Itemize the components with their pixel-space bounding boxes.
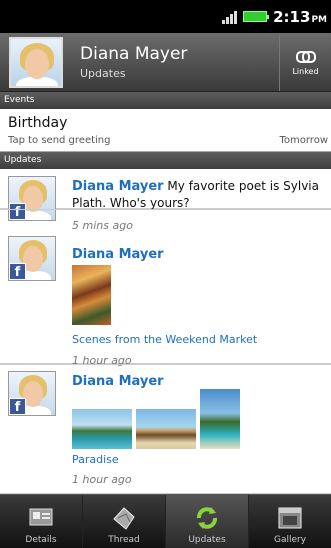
updates-section-header: Updates xyxy=(0,152,331,169)
paradise-photo-1[interactable] xyxy=(71,408,133,450)
events-section-header: Events xyxy=(0,92,331,109)
market-photo[interactable] xyxy=(71,264,112,326)
status-bar: 2:13PM xyxy=(0,0,331,33)
event-date: Tomorrow xyxy=(279,135,328,146)
list-item[interactable]: f Diana Mayer Paradise 1 hour ago xyxy=(0,364,331,494)
facebook-icon: f xyxy=(9,263,26,280)
gallery-icon xyxy=(276,505,304,531)
post-body: Diana Mayer xyxy=(72,246,323,263)
post-author[interactable]: Diana Mayer xyxy=(72,247,164,262)
post-caption[interactable]: Scenes from the Weekend Market xyxy=(72,333,257,346)
details-icon xyxy=(27,505,55,531)
avatar[interactable]: f xyxy=(8,236,56,281)
tab-updates[interactable]: Updates xyxy=(166,495,249,548)
tab-label: Gallery xyxy=(273,535,307,545)
linked-label: Linked xyxy=(292,66,319,76)
paradise-photo-3[interactable] xyxy=(199,388,241,450)
contact-name: Diana Mayer xyxy=(80,44,188,64)
event-subtitle: Tap to send greeting xyxy=(8,135,111,146)
post-time: 1 hour ago xyxy=(72,473,132,486)
post-author[interactable]: Diana Mayer xyxy=(72,374,164,389)
contact-subtitle: Updates xyxy=(80,67,126,80)
post-caption[interactable]: Paradise xyxy=(72,453,119,466)
contact-header: Diana Mayer Updates Linked xyxy=(0,33,331,92)
tab-gallery[interactable]: Gallery xyxy=(249,495,331,548)
thread-icon xyxy=(110,505,138,531)
battery-icon xyxy=(243,11,270,22)
signal-icon xyxy=(222,10,238,24)
tab-thread[interactable]: Thread xyxy=(83,495,166,548)
tab-details[interactable]: Details xyxy=(0,495,83,548)
linked-button[interactable]: Linked xyxy=(279,33,331,91)
post-author[interactable]: Diana Mayer xyxy=(72,179,164,194)
tab-label: Thread xyxy=(108,535,140,545)
updates-icon xyxy=(193,505,221,531)
tab-label: Details xyxy=(25,535,57,545)
event-title: Birthday xyxy=(8,115,68,131)
link-icon xyxy=(295,49,316,63)
facebook-icon: f xyxy=(9,398,26,415)
post-body: Diana Mayer xyxy=(72,373,323,390)
list-item[interactable]: f Diana Mayer Scenes from the Weekend Ma… xyxy=(0,209,331,367)
updates-list[interactable]: f Diana Mayer My favorite poet is Sylvia… xyxy=(0,169,331,494)
event-row-birthday[interactable]: Birthday Tap to send greeting Tomorrow xyxy=(0,109,331,152)
tab-bar: Details Thread Updates Gallery xyxy=(0,494,331,548)
tab-label: Updates xyxy=(188,535,226,545)
list-item[interactable]: f Diana Mayer My favorite poet is Sylvia… xyxy=(0,169,331,232)
avatar[interactable]: f xyxy=(8,371,56,416)
status-clock: 2:13PM xyxy=(273,7,327,26)
paradise-photo-2[interactable] xyxy=(135,408,197,450)
contact-avatar[interactable] xyxy=(9,37,63,88)
post-body: Diana Mayer My favorite poet is Sylvia P… xyxy=(72,178,323,211)
